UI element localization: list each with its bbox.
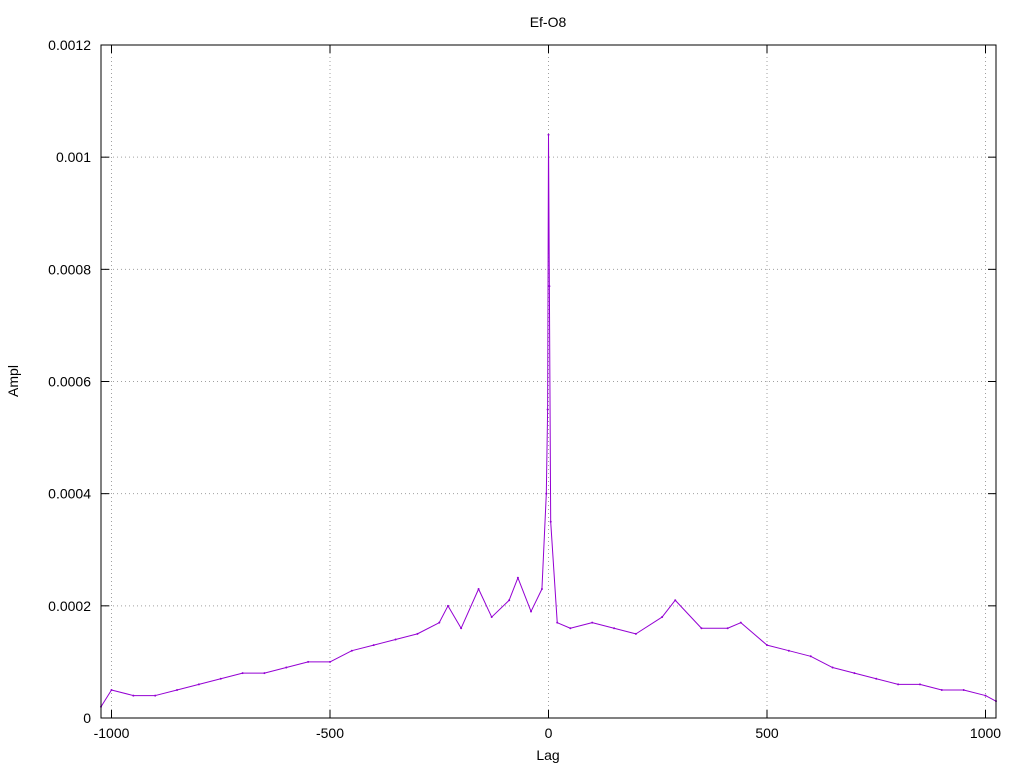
x-tick-label: 500 (755, 725, 779, 741)
data-point (508, 599, 511, 602)
data-point (176, 688, 179, 691)
data-point (831, 666, 834, 669)
data-point (962, 688, 965, 691)
data-point (263, 672, 266, 675)
x-tick-label: 0 (545, 725, 553, 741)
y-tick-label: 0.0002 (48, 598, 91, 614)
data-point (416, 632, 419, 635)
y-tick-label: 0.0006 (48, 374, 91, 390)
y-tick-label: 0 (83, 710, 91, 726)
data-point (546, 408, 549, 411)
data-point (548, 285, 551, 288)
data-point (154, 694, 157, 697)
x-tick-label: -500 (316, 725, 344, 741)
data-point (394, 638, 397, 641)
data-point (350, 649, 353, 652)
data-point (809, 655, 812, 658)
data-point (545, 492, 548, 495)
data-point (556, 621, 559, 624)
x-axis-label: Lag (536, 747, 559, 763)
data-point (613, 627, 616, 630)
y-tick-label: 0.0008 (48, 261, 91, 277)
data-point (516, 576, 519, 579)
data-point (984, 694, 987, 697)
data-point (110, 688, 113, 691)
data-point (661, 616, 664, 619)
data-point (328, 660, 331, 663)
data-point (241, 672, 244, 675)
data-point (875, 677, 878, 680)
chart-title: Ef-O8 (530, 14, 567, 30)
data-point (490, 616, 493, 619)
data-point (132, 694, 135, 697)
data-point (197, 683, 200, 686)
data-point (918, 683, 921, 686)
data-point (766, 644, 769, 647)
data-point (549, 520, 552, 523)
data-point (853, 672, 856, 675)
data-point (530, 610, 533, 613)
tick-layer: -1000 -500 0 500 1000 0 0.0002 0.0004 0.0006 0.00… (48, 37, 1001, 741)
y-tick-label: 0.001 (56, 149, 91, 165)
data-point (739, 621, 742, 624)
data-point (540, 588, 543, 591)
data-point (591, 621, 594, 624)
data-point (307, 660, 310, 663)
data-point (477, 588, 480, 591)
data-point (897, 683, 900, 686)
data-point (787, 649, 790, 652)
series-line (100, 134, 997, 708)
y-tick-label: 0.0004 (48, 486, 91, 502)
chart: -1000 -500 0 500 1000 0 0.0002 0.0004 0.0006 0.00… (5, 14, 1001, 763)
data-point (285, 666, 288, 669)
data-point (634, 632, 637, 635)
data-point (219, 677, 222, 680)
data-point (438, 621, 441, 624)
data-point (940, 688, 943, 691)
data-point (726, 627, 729, 630)
x-tick-label: -1000 (94, 725, 130, 741)
y-axis-label: Ampl (5, 365, 21, 397)
data-point (674, 599, 677, 602)
data-point (547, 133, 550, 136)
y-tick-label: 0.0012 (48, 37, 91, 53)
data-point (446, 604, 449, 607)
data-point (700, 627, 703, 630)
x-tick-label: 1000 (970, 725, 1001, 741)
data-point (372, 644, 375, 647)
data-point (569, 627, 572, 630)
data-point (460, 627, 463, 630)
